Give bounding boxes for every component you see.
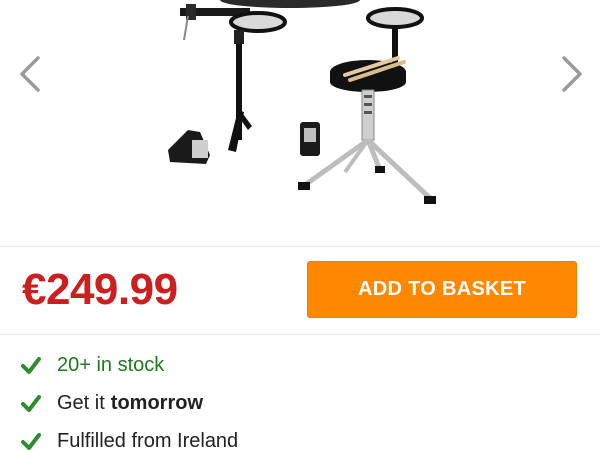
product-price: €249.99 [22, 265, 178, 314]
chevron-right-icon[interactable] [550, 52, 590, 96]
list-item: Get it tomorrow [20, 384, 238, 422]
list-item: 20+ in stock [20, 346, 238, 384]
drum-kit-product-image[interactable] [140, 0, 460, 220]
fulfilment-info: Fulfilled from Ireland [57, 429, 239, 450]
add-to-basket-button[interactable]: ADD TO BASKET [307, 261, 577, 318]
delivery-label: Get it [57, 391, 105, 414]
divider [0, 334, 600, 335]
check-icon [21, 395, 41, 412]
feature-list: 20+ in stock Get it tomorrow Fulfilled f… [20, 346, 238, 450]
check-icon [21, 433, 41, 450]
product-gallery [0, 0, 600, 245]
stock-status: 20+ in stock [57, 353, 165, 376]
divider [0, 246, 600, 247]
delivery-date: tomorrow [110, 391, 204, 414]
check-icon [21, 357, 41, 374]
chevron-left-icon[interactable] [12, 52, 52, 96]
list-item: Fulfilled from Ireland [20, 422, 238, 450]
